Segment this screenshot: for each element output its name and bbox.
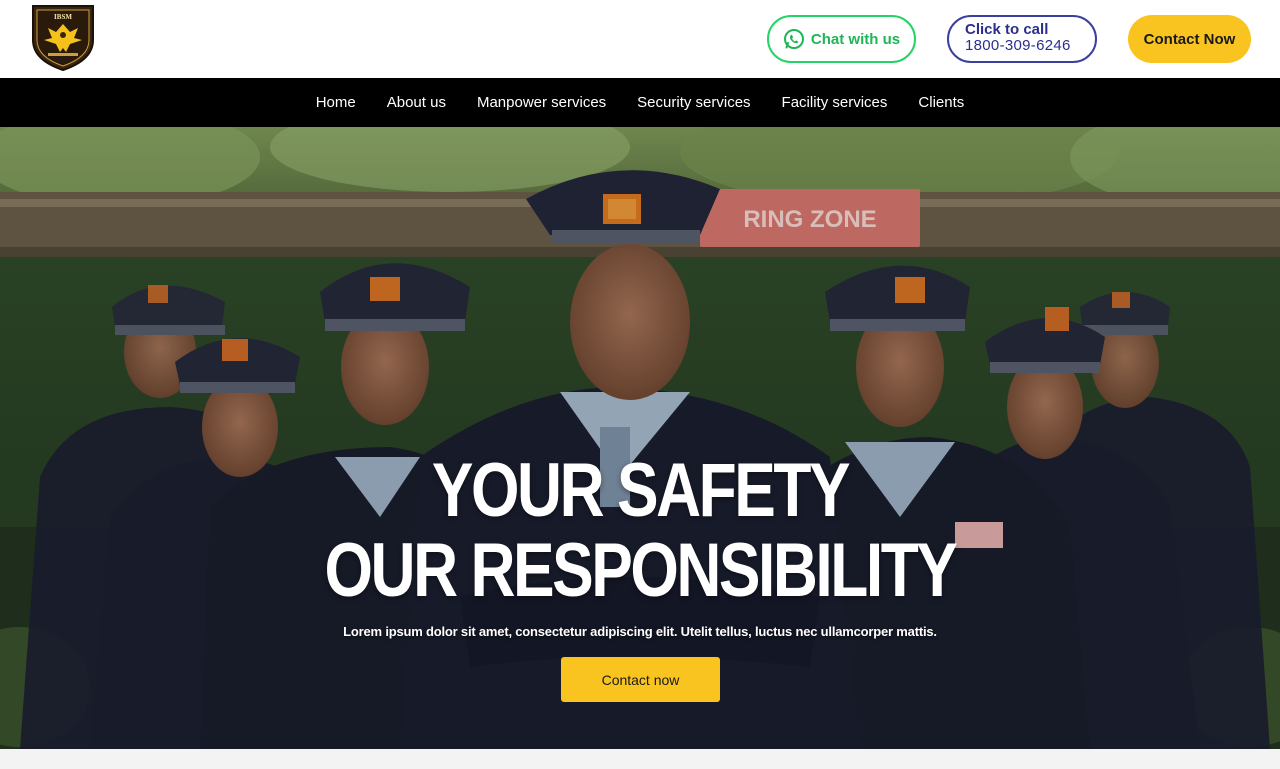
- call-label: Click to call: [965, 21, 1049, 38]
- hero-headline-line-1: YOUR SAFETY: [431, 448, 851, 533]
- nav-item-facility-services[interactable]: Facility services: [782, 94, 888, 111]
- call-number: 1800-309-6246: [965, 37, 1071, 54]
- hero-banner: RING ZONE YOUR SAFETY OUR RESPONSIBILITY…: [0, 127, 1280, 749]
- nav-item-clients[interactable]: Clients: [918, 94, 964, 111]
- contact-now-button[interactable]: Contact Now: [1128, 15, 1251, 63]
- site-logo[interactable]: IBSM: [30, 2, 96, 72]
- chat-with-us-button[interactable]: Chat with us: [767, 15, 916, 63]
- hero-headline-line-2: OUR RESPONSIBILITY: [324, 528, 958, 613]
- whatsapp-icon: [783, 29, 804, 49]
- main-nav: Home About us Manpower services Security…: [0, 78, 1280, 127]
- click-to-call-button[interactable]: Click to call 1800-309-6246: [947, 15, 1097, 63]
- nav-item-about-us[interactable]: About us: [387, 94, 446, 111]
- chat-label: Chat with us: [810, 30, 901, 48]
- site-header: IBSM Chat with us Click to call 1800-309…: [0, 0, 1280, 78]
- hero-contact-button[interactable]: Contact now: [561, 657, 720, 702]
- eagle-shield-logo-icon: IBSM: [32, 5, 94, 72]
- logo-text: IBSM: [54, 13, 72, 21]
- nav-item-manpower-services[interactable]: Manpower services: [477, 94, 606, 111]
- nav-item-security-services[interactable]: Security services: [637, 94, 750, 111]
- nav-item-home[interactable]: Home: [316, 94, 356, 111]
- hero-subtext: Lorem ipsum dolor sit amet, consectetur …: [343, 624, 937, 639]
- hero-overlay: [0, 127, 1280, 749]
- page-bottom-strip: [0, 749, 1280, 769]
